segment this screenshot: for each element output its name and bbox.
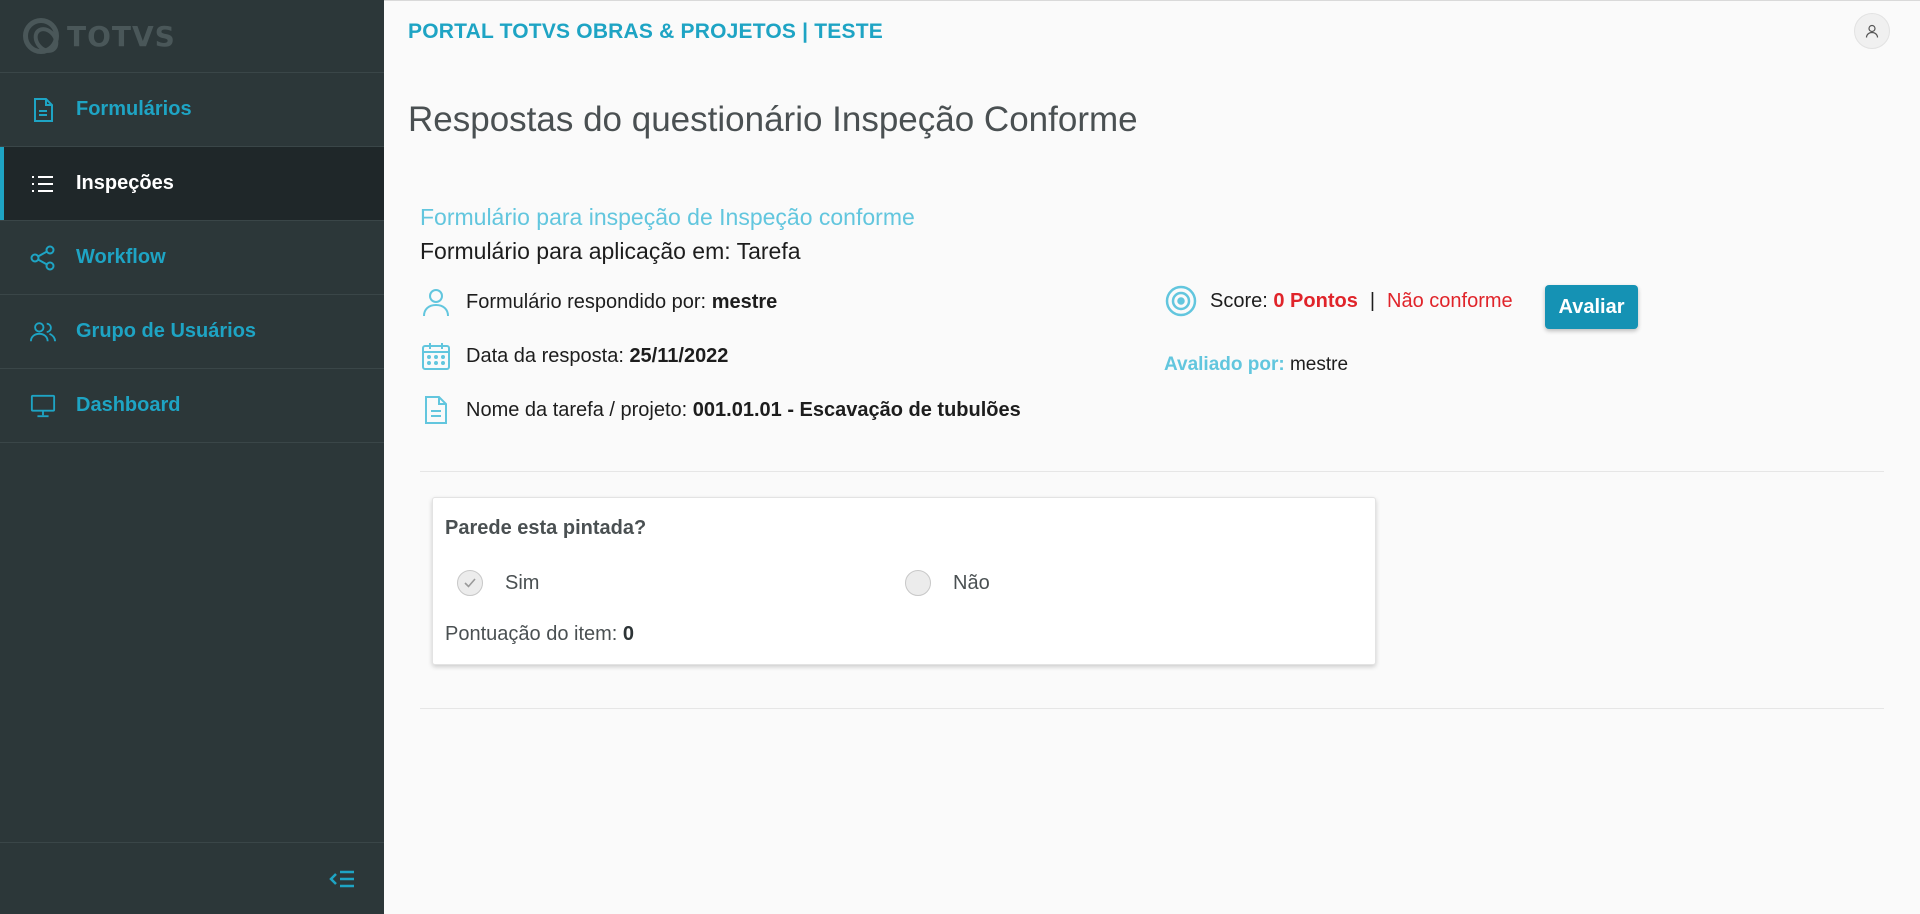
sidebar-item-label: Inspeções bbox=[76, 172, 174, 194]
totvs-logo-icon bbox=[23, 18, 59, 54]
evaluated-by-label: Avaliado por: bbox=[1164, 354, 1285, 375]
check-icon bbox=[464, 578, 476, 588]
share-icon bbox=[30, 245, 56, 271]
responded-by-row: Formulário respondido por: mestre bbox=[420, 286, 777, 318]
user-icon bbox=[1865, 24, 1879, 38]
sidebar-item-inspecoes[interactable]: Inspeções bbox=[0, 147, 384, 221]
document-icon bbox=[30, 97, 56, 123]
page-title: Respostas do questionário Inspeção Confo… bbox=[408, 100, 1138, 139]
collapse-menu-icon[interactable] bbox=[328, 865, 356, 893]
form-application: Formulário para aplicação em: Tarefa bbox=[420, 238, 801, 264]
target-icon bbox=[1164, 284, 1198, 318]
response-date-row: Data da resposta: 25/11/2022 bbox=[420, 340, 728, 372]
sidebar-nav: Formulários Inspeções Workflow Grupo de … bbox=[0, 73, 384, 443]
sidebar-item-dashboard[interactable]: Dashboard bbox=[0, 369, 384, 443]
sidebar-item-label: Dashboard bbox=[76, 394, 181, 416]
question-card: Parede esta pintada? Sim Não Pontuação d… bbox=[432, 497, 1376, 665]
user-icon bbox=[420, 286, 452, 318]
form-subtitle: Formulário para inspeção de Inspeção con… bbox=[420, 204, 915, 230]
option-label: Não bbox=[953, 571, 990, 594]
divider bbox=[420, 471, 1884, 472]
task-row: Nome da tarefa / projeto: 001.01.01 - Es… bbox=[420, 394, 1021, 426]
score-row: Score: 0 Pontos | Não conforme bbox=[1164, 284, 1513, 318]
item-score-value: 0 bbox=[622, 623, 635, 645]
score-status: Não conforme bbox=[1387, 289, 1513, 312]
option-sim[interactable]: Sim bbox=[457, 570, 539, 596]
radio-unchecked[interactable] bbox=[905, 570, 931, 596]
sidebar-footer bbox=[0, 842, 384, 914]
evaluate-button[interactable]: Avaliar bbox=[1545, 285, 1638, 329]
sidebar-item-formularios[interactable]: Formulários bbox=[0, 73, 384, 147]
item-score-label: Pontuação do item: bbox=[445, 623, 618, 645]
sidebar-item-grupo-usuarios[interactable]: Grupo de Usuários bbox=[0, 295, 384, 369]
responded-by-label: Formulário respondido por: bbox=[466, 290, 707, 313]
option-label: Sim bbox=[505, 571, 540, 594]
item-score: Pontuação do item: 0 bbox=[445, 623, 634, 646]
user-menu-button[interactable] bbox=[1854, 13, 1890, 49]
option-nao[interactable]: Não bbox=[905, 570, 990, 596]
radio-checked[interactable] bbox=[457, 570, 483, 596]
score-label: Score: bbox=[1210, 289, 1268, 312]
response-date-label: Data da resposta: bbox=[466, 344, 624, 367]
question-title: Parede esta pintada? bbox=[445, 517, 647, 539]
score-separator: | bbox=[1369, 289, 1376, 312]
score-points: 0 Pontos bbox=[1273, 289, 1358, 312]
logo-text: TOTVS bbox=[67, 19, 176, 53]
sidebar-item-label: Workflow bbox=[76, 246, 166, 268]
portal-title[interactable]: PORTAL TOTVS OBRAS & PROJETOS | TESTE bbox=[408, 20, 883, 44]
top-bar: PORTAL TOTVS OBRAS & PROJETOS | TESTE bbox=[384, 0, 1920, 62]
document-icon bbox=[420, 394, 452, 426]
divider bbox=[420, 708, 1884, 709]
sidebar-item-workflow[interactable]: Workflow bbox=[0, 221, 384, 295]
sidebar-item-label: Grupo de Usuários bbox=[76, 320, 257, 342]
evaluated-by-value: mestre bbox=[1289, 354, 1349, 375]
logo: TOTVS bbox=[0, 0, 384, 73]
evaluated-by: Avaliado por: mestre bbox=[1164, 354, 1348, 376]
task-label: Nome da tarefa / projeto: bbox=[466, 398, 688, 421]
users-icon bbox=[30, 319, 56, 345]
task-value: 001.01.01 - Escavação de tubulões bbox=[692, 398, 1021, 421]
response-date-value: 25/11/2022 bbox=[629, 344, 729, 367]
calendar-icon bbox=[420, 340, 452, 372]
sidebar: TOTVS Formulários Inspeções Workflow Gru… bbox=[0, 0, 384, 914]
monitor-icon bbox=[30, 393, 56, 419]
list-icon bbox=[30, 171, 56, 197]
sidebar-item-label: Formulários bbox=[76, 98, 192, 120]
responded-by-value: mestre bbox=[711, 290, 778, 313]
